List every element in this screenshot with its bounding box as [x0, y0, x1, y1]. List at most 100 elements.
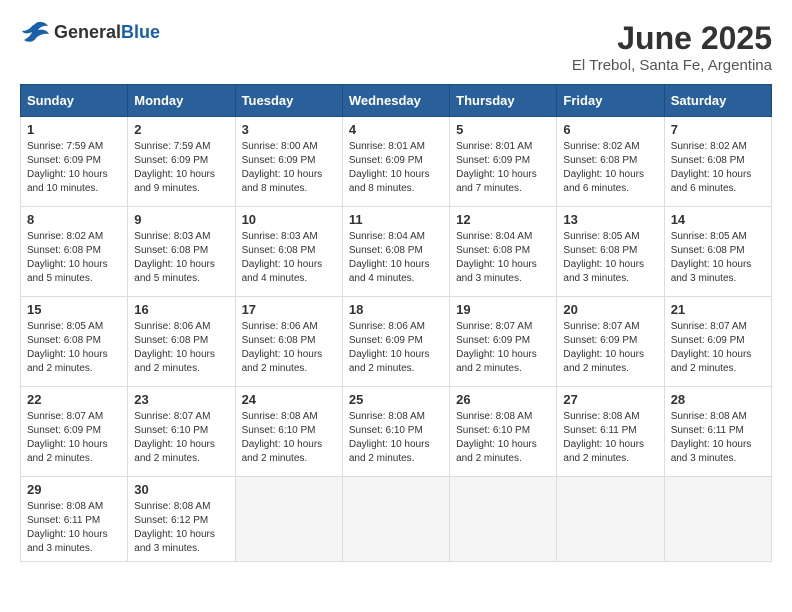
day-number: 17: [242, 302, 336, 317]
day-info: Sunrise: 8:08 AM Sunset: 6:10 PM Dayligh…: [349, 410, 443, 466]
day-info: Sunrise: 8:05 AM Sunset: 6:08 PM Dayligh…: [671, 230, 765, 286]
weekday-header-monday: Monday: [128, 85, 235, 117]
calendar-cell: 9 Sunrise: 8:03 AM Sunset: 6:08 PM Daylig…: [128, 207, 235, 297]
day-info: Sunrise: 8:08 AM Sunset: 6:11 PM Dayligh…: [563, 410, 657, 466]
day-number: 23: [134, 392, 228, 407]
calendar-cell: 30 Sunrise: 8:08 AM Sunset: 6:12 PM Dayli…: [128, 477, 235, 562]
weekday-header-thursday: Thursday: [450, 85, 557, 117]
logo: GeneralBlue: [20, 20, 160, 44]
day-number: 5: [456, 122, 550, 137]
day-number: 16: [134, 302, 228, 317]
day-info: Sunrise: 8:06 AM Sunset: 6:09 PM Dayligh…: [349, 320, 443, 376]
calendar-cell: 21 Sunrise: 8:07 AM Sunset: 6:09 PM Dayli…: [664, 297, 771, 387]
calendar-cell: [450, 477, 557, 562]
day-number: 1: [27, 122, 121, 137]
day-number: 27: [563, 392, 657, 407]
day-number: 21: [671, 302, 765, 317]
day-info: Sunrise: 8:02 AM Sunset: 6:08 PM Dayligh…: [671, 140, 765, 196]
calendar-cell: 2Sunrise: 7:59 AM Sunset: 6:09 PM Daylig…: [128, 117, 235, 207]
day-number: 4: [349, 122, 443, 137]
day-info: Sunrise: 8:00 AM Sunset: 6:09 PM Dayligh…: [242, 140, 336, 196]
calendar-cell: 28Sunrise: 8:08 AM Sunset: 6:11 PM Dayli…: [664, 387, 771, 477]
logo-text: GeneralBlue: [54, 22, 160, 43]
day-number: 10: [242, 212, 336, 227]
weekday-header-saturday: Saturday: [664, 85, 771, 117]
calendar-cell: 8 Sunrise: 8:02 AM Sunset: 6:08 PM Daylig…: [21, 207, 128, 297]
day-number: 29: [27, 482, 121, 497]
location-title: El Trebol, Santa Fe, Argentina: [572, 57, 772, 74]
day-number: 3: [242, 122, 336, 137]
day-info: Sunrise: 8:01 AM Sunset: 6:09 PM Dayligh…: [456, 140, 550, 196]
day-info: Sunrise: 8:03 AM Sunset: 6:08 PM Dayligh…: [134, 230, 228, 286]
day-info: Sunrise: 8:04 AM Sunset: 6:08 PM Dayligh…: [456, 230, 550, 286]
weekday-header-friday: Friday: [557, 85, 664, 117]
day-number: 24: [242, 392, 336, 407]
day-number: 30: [134, 482, 228, 497]
calendar-cell: [664, 477, 771, 562]
day-number: 13: [563, 212, 657, 227]
day-info: Sunrise: 8:07 AM Sunset: 6:09 PM Dayligh…: [456, 320, 550, 376]
calendar-cell: [342, 477, 449, 562]
day-number: 20: [563, 302, 657, 317]
day-number: 8: [27, 212, 121, 227]
title-section: June 2025 El Trebol, Santa Fe, Argentina: [572, 20, 772, 74]
calendar-cell: 3 Sunrise: 8:00 AM Sunset: 6:09 PM Daylig…: [235, 117, 342, 207]
day-number: 15: [27, 302, 121, 317]
calendar-cell: 10 Sunrise: 8:03 AM Sunset: 6:08 PM Dayli…: [235, 207, 342, 297]
day-number: 6: [563, 122, 657, 137]
calendar-cell: 18 Sunrise: 8:06 AM Sunset: 6:09 PM Dayli…: [342, 297, 449, 387]
day-number: 18: [349, 302, 443, 317]
day-info: Sunrise: 8:02 AM Sunset: 6:08 PM Dayligh…: [563, 140, 657, 196]
day-info: Sunrise: 8:07 AM Sunset: 6:10 PM Dayligh…: [134, 410, 228, 466]
calendar-cell: 20Sunrise: 8:07 AM Sunset: 6:09 PM Dayli…: [557, 297, 664, 387]
calendar-week-row: 22Sunrise: 8:07 AM Sunset: 6:09 PM Dayli…: [21, 387, 772, 477]
calendar-week-row: 8 Sunrise: 8:02 AM Sunset: 6:08 PM Daylig…: [21, 207, 772, 297]
calendar-cell: [235, 477, 342, 562]
day-info: Sunrise: 8:08 AM Sunset: 6:10 PM Dayligh…: [242, 410, 336, 466]
day-number: 12: [456, 212, 550, 227]
calendar-cell: 24 Sunrise: 8:08 AM Sunset: 6:10 PM Dayli…: [235, 387, 342, 477]
day-number: 22: [27, 392, 121, 407]
day-info: Sunrise: 8:01 AM Sunset: 6:09 PM Dayligh…: [349, 140, 443, 196]
calendar-week-row: 1 Sunrise: 7:59 AM Sunset: 6:09 PM Daylig…: [21, 117, 772, 207]
calendar-week-row: 29Sunrise: 8:08 AM Sunset: 6:11 PM Dayli…: [21, 477, 772, 562]
day-info: Sunrise: 8:05 AM Sunset: 6:08 PM Dayligh…: [27, 320, 121, 376]
calendar-cell: 26 Sunrise: 8:08 AM Sunset: 6:10 PM Dayli…: [450, 387, 557, 477]
logo-icon: [20, 20, 50, 44]
day-info: Sunrise: 8:04 AM Sunset: 6:08 PM Dayligh…: [349, 230, 443, 286]
day-info: Sunrise: 8:02 AM Sunset: 6:08 PM Dayligh…: [27, 230, 121, 286]
calendar-cell: 11 Sunrise: 8:04 AM Sunset: 6:08 PM Dayli…: [342, 207, 449, 297]
calendar-cell: 22Sunrise: 8:07 AM Sunset: 6:09 PM Dayli…: [21, 387, 128, 477]
day-info: Sunrise: 8:03 AM Sunset: 6:08 PM Dayligh…: [242, 230, 336, 286]
calendar: SundayMondayTuesdayWednesdayThursdayFrid…: [20, 84, 772, 562]
day-number: 7: [671, 122, 765, 137]
calendar-week-row: 15 Sunrise: 8:05 AM Sunset: 6:08 PM Dayli…: [21, 297, 772, 387]
day-number: 26: [456, 392, 550, 407]
calendar-cell: 4 Sunrise: 8:01 AM Sunset: 6:09 PM Daylig…: [342, 117, 449, 207]
day-number: 11: [349, 212, 443, 227]
weekday-header-row: SundayMondayTuesdayWednesdayThursdayFrid…: [21, 85, 772, 117]
day-number: 9: [134, 212, 228, 227]
day-info: Sunrise: 8:07 AM Sunset: 6:09 PM Dayligh…: [671, 320, 765, 376]
calendar-cell: 17 Sunrise: 8:06 AM Sunset: 6:08 PM Dayli…: [235, 297, 342, 387]
day-info: Sunrise: 8:06 AM Sunset: 6:08 PM Dayligh…: [134, 320, 228, 376]
day-number: 2: [134, 122, 228, 137]
weekday-header-sunday: Sunday: [21, 85, 128, 117]
day-number: 14: [671, 212, 765, 227]
day-info: Sunrise: 8:06 AM Sunset: 6:08 PM Dayligh…: [242, 320, 336, 376]
logo-blue: Blue: [121, 22, 160, 42]
month-title: June 2025: [572, 20, 772, 57]
calendar-cell: 5 Sunrise: 8:01 AM Sunset: 6:09 PM Daylig…: [450, 117, 557, 207]
day-info: Sunrise: 8:05 AM Sunset: 6:08 PM Dayligh…: [563, 230, 657, 286]
calendar-cell: 15 Sunrise: 8:05 AM Sunset: 6:08 PM Dayli…: [21, 297, 128, 387]
day-info: Sunrise: 8:08 AM Sunset: 6:12 PM Dayligh…: [134, 500, 228, 556]
calendar-cell: 13 Sunrise: 8:05 AM Sunset: 6:08 PM Dayli…: [557, 207, 664, 297]
header: GeneralBlue June 2025 El Trebol, Santa F…: [20, 20, 772, 74]
day-info: Sunrise: 8:08 AM Sunset: 6:10 PM Dayligh…: [456, 410, 550, 466]
weekday-header-tuesday: Tuesday: [235, 85, 342, 117]
day-info: Sunrise: 7:59 AM Sunset: 6:09 PM Dayligh…: [27, 140, 121, 196]
calendar-cell: 27 Sunrise: 8:08 AM Sunset: 6:11 PM Dayli…: [557, 387, 664, 477]
day-number: 28: [671, 392, 765, 407]
calendar-cell: 6 Sunrise: 8:02 AM Sunset: 6:08 PM Daylig…: [557, 117, 664, 207]
calendar-cell: 1 Sunrise: 7:59 AM Sunset: 6:09 PM Daylig…: [21, 117, 128, 207]
